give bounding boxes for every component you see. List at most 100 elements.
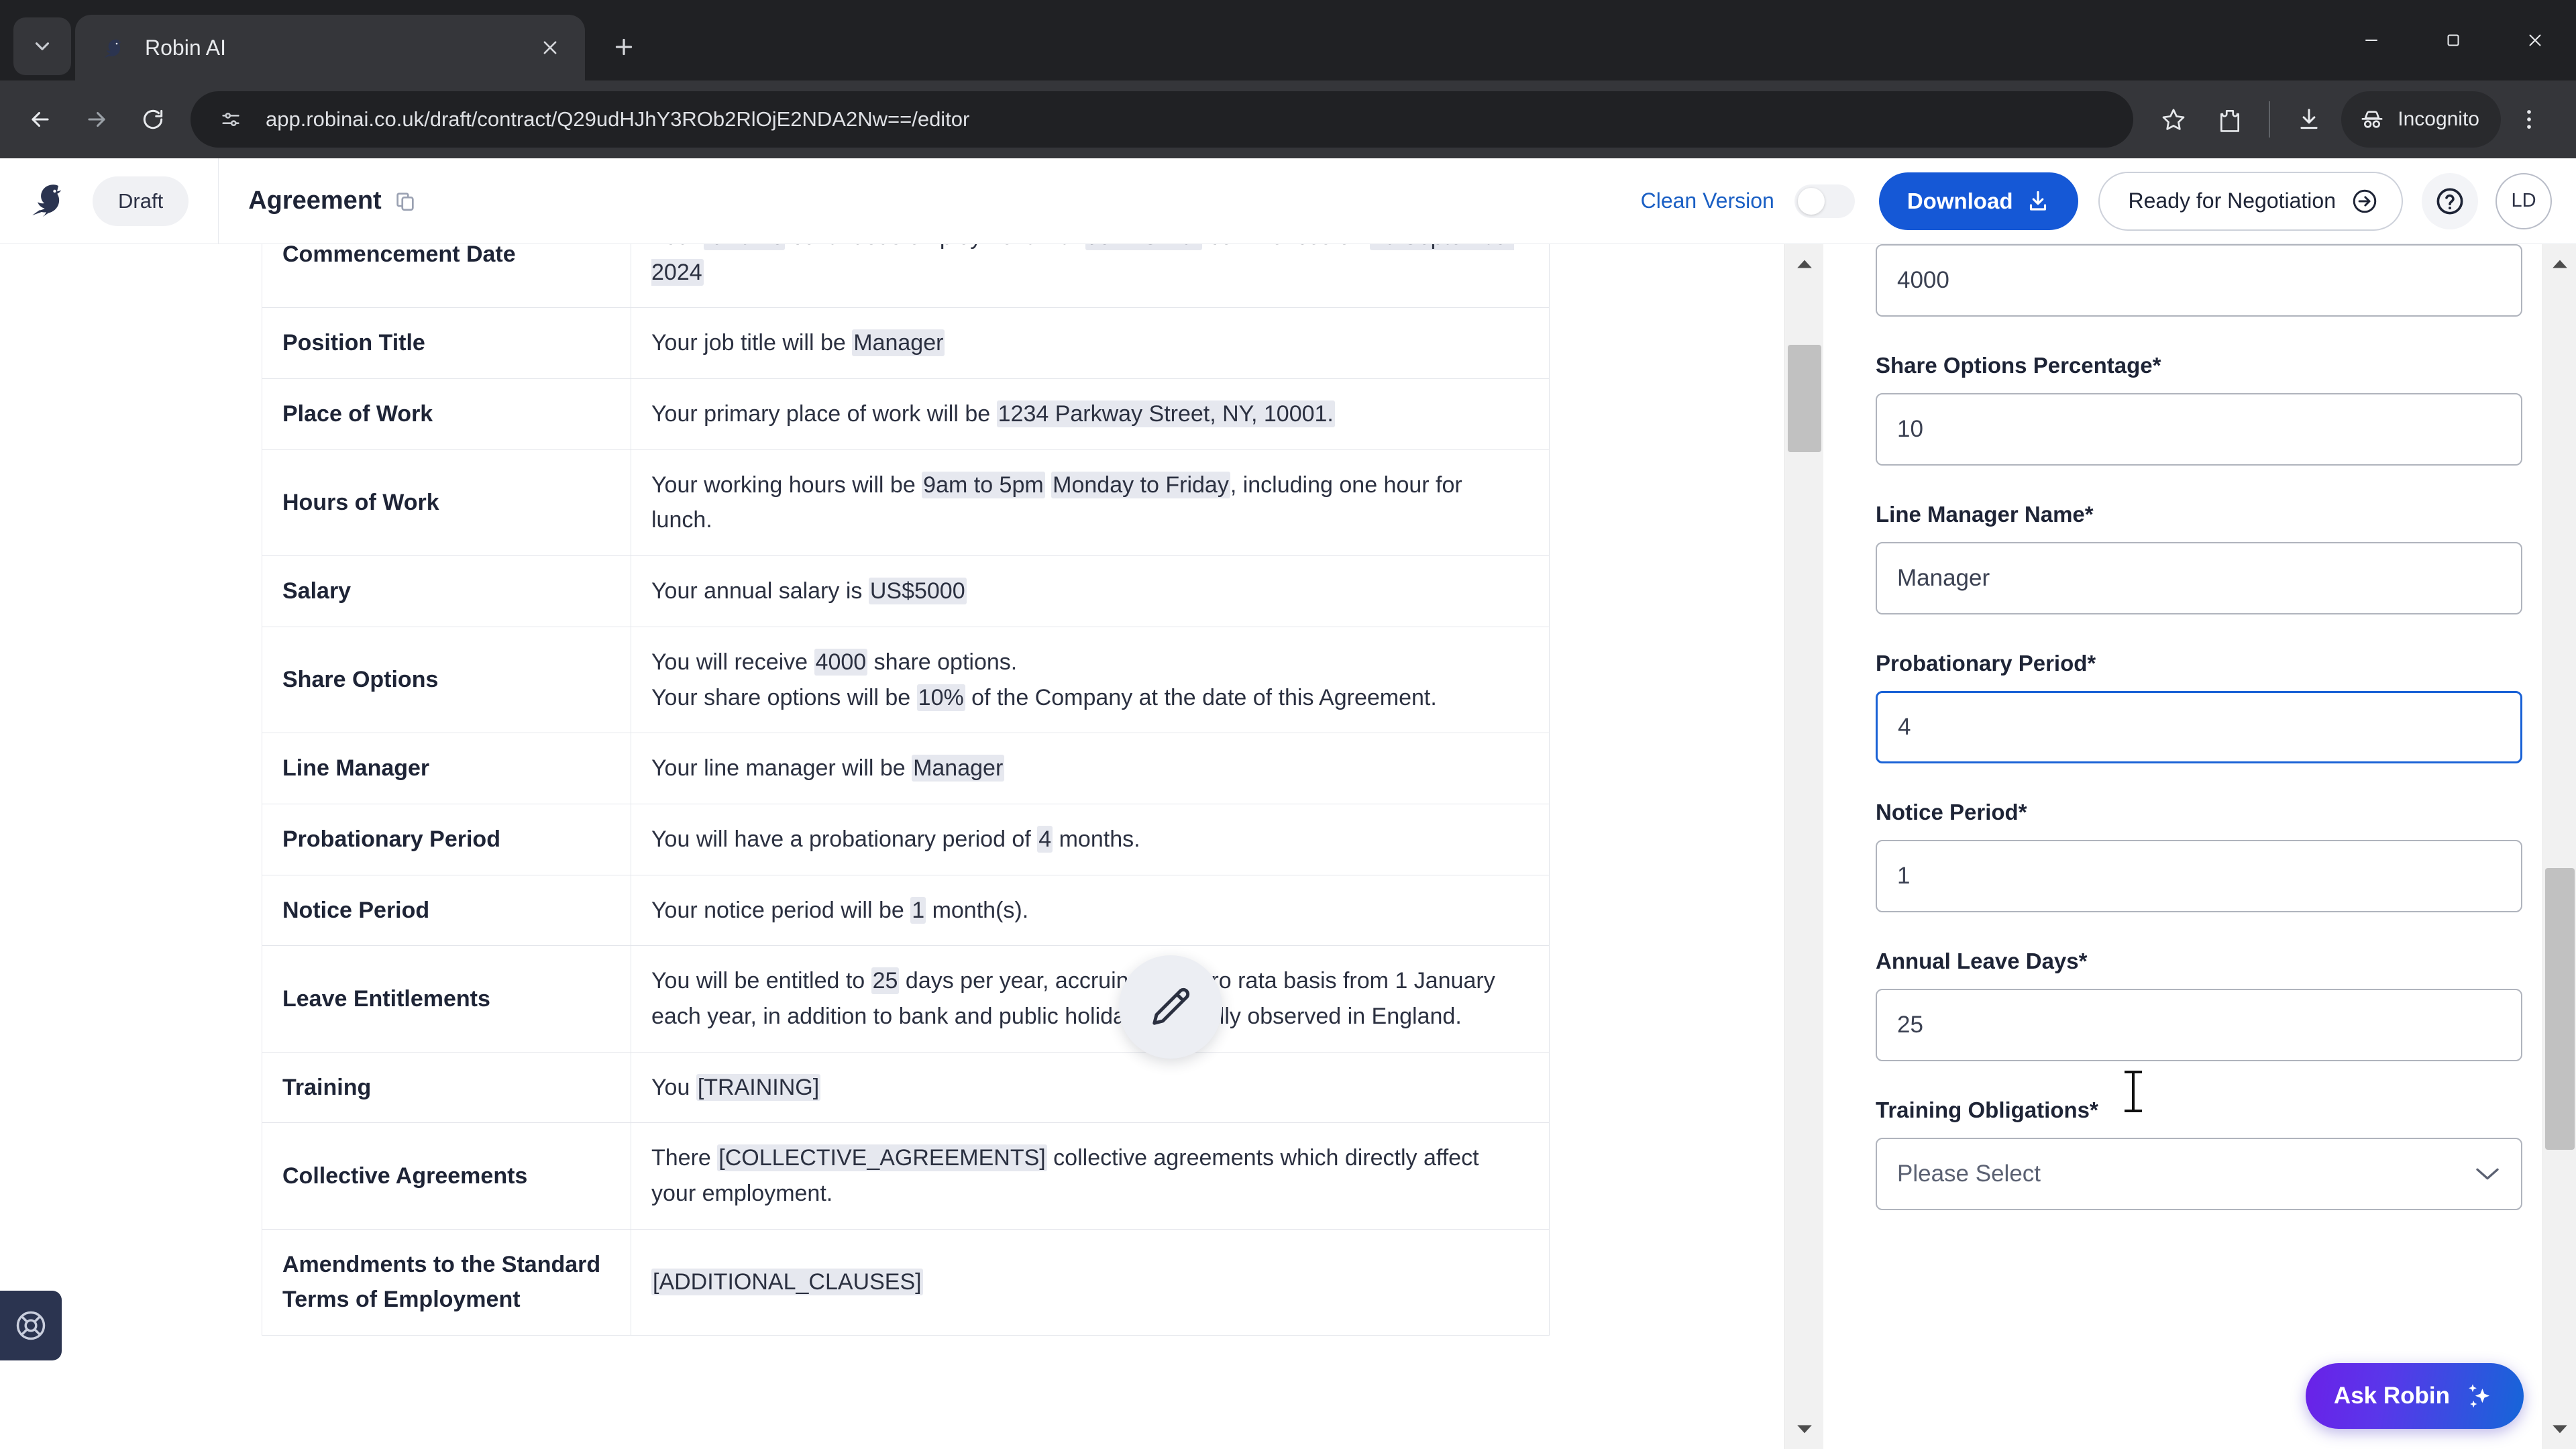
term-value[interactable]: You will have a probationary period of 4… xyxy=(631,803,1550,875)
close-window-button[interactable] xyxy=(2494,0,2576,80)
incognito-label: Incognito xyxy=(2398,108,2479,130)
field-input[interactable] xyxy=(1876,244,2522,317)
field-select[interactable]: Please Select xyxy=(1876,1138,2522,1210)
reload-button[interactable] xyxy=(125,91,181,148)
term-value[interactable]: You [TRAINING] xyxy=(631,1051,1550,1124)
term-value[interactable]: Your line manager will be Manager xyxy=(631,733,1550,804)
static-text: Your share options will be xyxy=(651,684,917,710)
placeholder-value[interactable]: 4 xyxy=(1037,825,1053,853)
form-field: Probationary Period* xyxy=(1876,651,2522,763)
placeholder-value[interactable]: John Smith xyxy=(1085,244,1203,250)
address-bar[interactable]: app.robinai.co.uk/draft/contract/Q29udHJ… xyxy=(191,91,2134,148)
placeholder-value[interactable]: Monday to Friday xyxy=(1051,471,1230,498)
term-value[interactable]: Your job title will be Manager xyxy=(631,307,1550,380)
term-value[interactable]: Your working hours will be 9am to 5pm Mo… xyxy=(631,449,1550,557)
term-value[interactable]: [ADDITIONAL_CLAUSES] xyxy=(631,1228,1550,1336)
ask-robin-button[interactable]: Ask Robin xyxy=(2305,1363,2524,1429)
placeholder-value[interactable]: 1 xyxy=(910,896,926,924)
downloads-button[interactable] xyxy=(2281,91,2337,148)
static-text: Your primary place of work will be xyxy=(651,401,997,427)
term-value[interactable]: Your full time continuous employment wit… xyxy=(631,244,1550,309)
placeholder-value[interactable]: 10 September 2024 xyxy=(651,244,1515,286)
arrow-right-circle-icon xyxy=(2353,189,2377,213)
help-button[interactable] xyxy=(2422,172,2478,229)
new-tab-button[interactable] xyxy=(601,24,647,70)
placeholder-value[interactable]: full time xyxy=(704,244,786,250)
minimize-window-button[interactable] xyxy=(2330,0,2412,80)
term-label: Commencement Date xyxy=(262,244,631,309)
static-text: You will have a probationary period of xyxy=(651,826,1038,852)
site-settings-icon[interactable] xyxy=(211,99,251,140)
field-input[interactable] xyxy=(1876,989,2522,1061)
term-value[interactable]: You will be entitled to 25 days per year… xyxy=(631,945,1550,1053)
robin-bird-logo[interactable] xyxy=(27,181,75,221)
support-widget-button[interactable] xyxy=(0,1291,62,1360)
placeholder-value[interactable]: [COLLECTIVE_AGREEMENTS] xyxy=(717,1144,1047,1172)
table-row: Line Manager Your line manager will be Ma… xyxy=(262,733,1550,804)
placeholder-value[interactable]: 1234 Parkway Street, NY, 10001. xyxy=(996,400,1335,428)
placeholder-value[interactable]: Manager xyxy=(852,329,945,357)
extensions-button[interactable] xyxy=(2202,91,2258,148)
field-input[interactable] xyxy=(1876,691,2522,763)
placeholder-value[interactable]: [ADDITIONAL_CLAUSES] xyxy=(651,1269,923,1296)
text-cursor xyxy=(2125,1071,2142,1112)
document-scrollbar[interactable] xyxy=(1784,244,1823,1449)
term-label: Notice Period xyxy=(262,874,631,947)
document-canvas: Commencement DateYour full time continuo… xyxy=(0,244,1784,1336)
draft-status-label: Draft xyxy=(118,189,164,213)
draft-status-pill[interactable]: Draft xyxy=(93,176,189,226)
term-value[interactable]: You will receive 4000 share options. Your… xyxy=(631,626,1550,734)
browser-tab-robin-ai[interactable]: Robin AI xyxy=(75,15,585,80)
term-value[interactable]: There [COLLECTIVE_AGREEMENTS] collective… xyxy=(631,1122,1550,1230)
term-label: Leave Entitlements xyxy=(262,945,631,1053)
forward-button[interactable] xyxy=(68,91,125,148)
edit-document-button[interactable] xyxy=(1119,955,1222,1059)
download-button-label: Download xyxy=(1907,188,2013,213)
bookmark-button[interactable] xyxy=(2145,91,2202,148)
placeholder-value[interactable]: Manager xyxy=(912,755,1005,782)
field-input[interactable] xyxy=(1876,393,2522,466)
page-scroll-down-button[interactable] xyxy=(2543,1410,2576,1449)
term-value[interactable]: Your notice period will be 1 month(s). xyxy=(631,874,1550,947)
page-scrollbar-thumb[interactable] xyxy=(2545,868,2575,1150)
field-input[interactable] xyxy=(1876,840,2522,912)
avatar[interactable]: LD xyxy=(2496,172,2552,229)
maximize-icon xyxy=(2447,34,2459,46)
maximize-window-button[interactable] xyxy=(2412,0,2494,80)
document-pane: Commencement DateYour full time continuo… xyxy=(0,244,1784,1449)
back-button[interactable] xyxy=(12,91,68,148)
placeholder-value[interactable]: [TRAINING] xyxy=(696,1073,821,1101)
field-input[interactable] xyxy=(1876,542,2522,614)
contract-terms-table: Commencement DateYour full time continuo… xyxy=(262,244,1550,1336)
form-field xyxy=(1876,244,2522,317)
browser-menu-button[interactable] xyxy=(2501,91,2557,148)
clean-version-toggle[interactable] xyxy=(1794,184,1855,218)
placeholder-value[interactable]: 9am to 5pm xyxy=(922,471,1045,498)
static-text: You will receive xyxy=(651,649,814,675)
placeholder-value[interactable]: 25 xyxy=(871,967,900,995)
incognito-indicator[interactable]: Incognito xyxy=(2341,91,2501,148)
table-row: Training You [TRAINING] xyxy=(262,1051,1550,1124)
form-field: Annual Leave Days* xyxy=(1876,949,2522,1061)
page-scroll-up-button[interactable] xyxy=(2543,244,2576,283)
scroll-down-button[interactable] xyxy=(1785,1410,1824,1449)
field-label: Training Obligations* xyxy=(1876,1097,2098,1122)
table-row: Amendments to the Standard Terms of Empl… xyxy=(262,1228,1550,1336)
placeholder-value[interactable]: 10% xyxy=(916,684,965,711)
document-title: Agreement xyxy=(248,186,417,215)
close-icon[interactable] xyxy=(533,30,568,65)
table-row: Leave Entitlements You will be entitled t… xyxy=(262,945,1550,1053)
tab-search-button[interactable] xyxy=(13,17,71,75)
term-value[interactable]: Your annual salary is US$5000 xyxy=(631,555,1550,627)
placeholder-value[interactable]: US$5000 xyxy=(868,578,967,605)
download-button[interactable]: Download xyxy=(1878,172,2079,230)
document-scrollbar-thumb[interactable] xyxy=(1788,345,1821,452)
placeholder-value[interactable]: 4000 xyxy=(814,648,868,676)
ready-for-negotiation-button[interactable]: Ready for Negotiation xyxy=(2098,171,2403,231)
incognito-hat-icon xyxy=(2361,111,2383,128)
page-scrollbar[interactable] xyxy=(2542,244,2576,1449)
term-value[interactable]: Your primary place of work will be 1234 … xyxy=(631,378,1550,450)
scroll-up-button[interactable] xyxy=(1785,244,1824,283)
copy-icon[interactable] xyxy=(394,190,417,213)
ask-robin-label: Ask Robin xyxy=(2333,1383,2450,1409)
